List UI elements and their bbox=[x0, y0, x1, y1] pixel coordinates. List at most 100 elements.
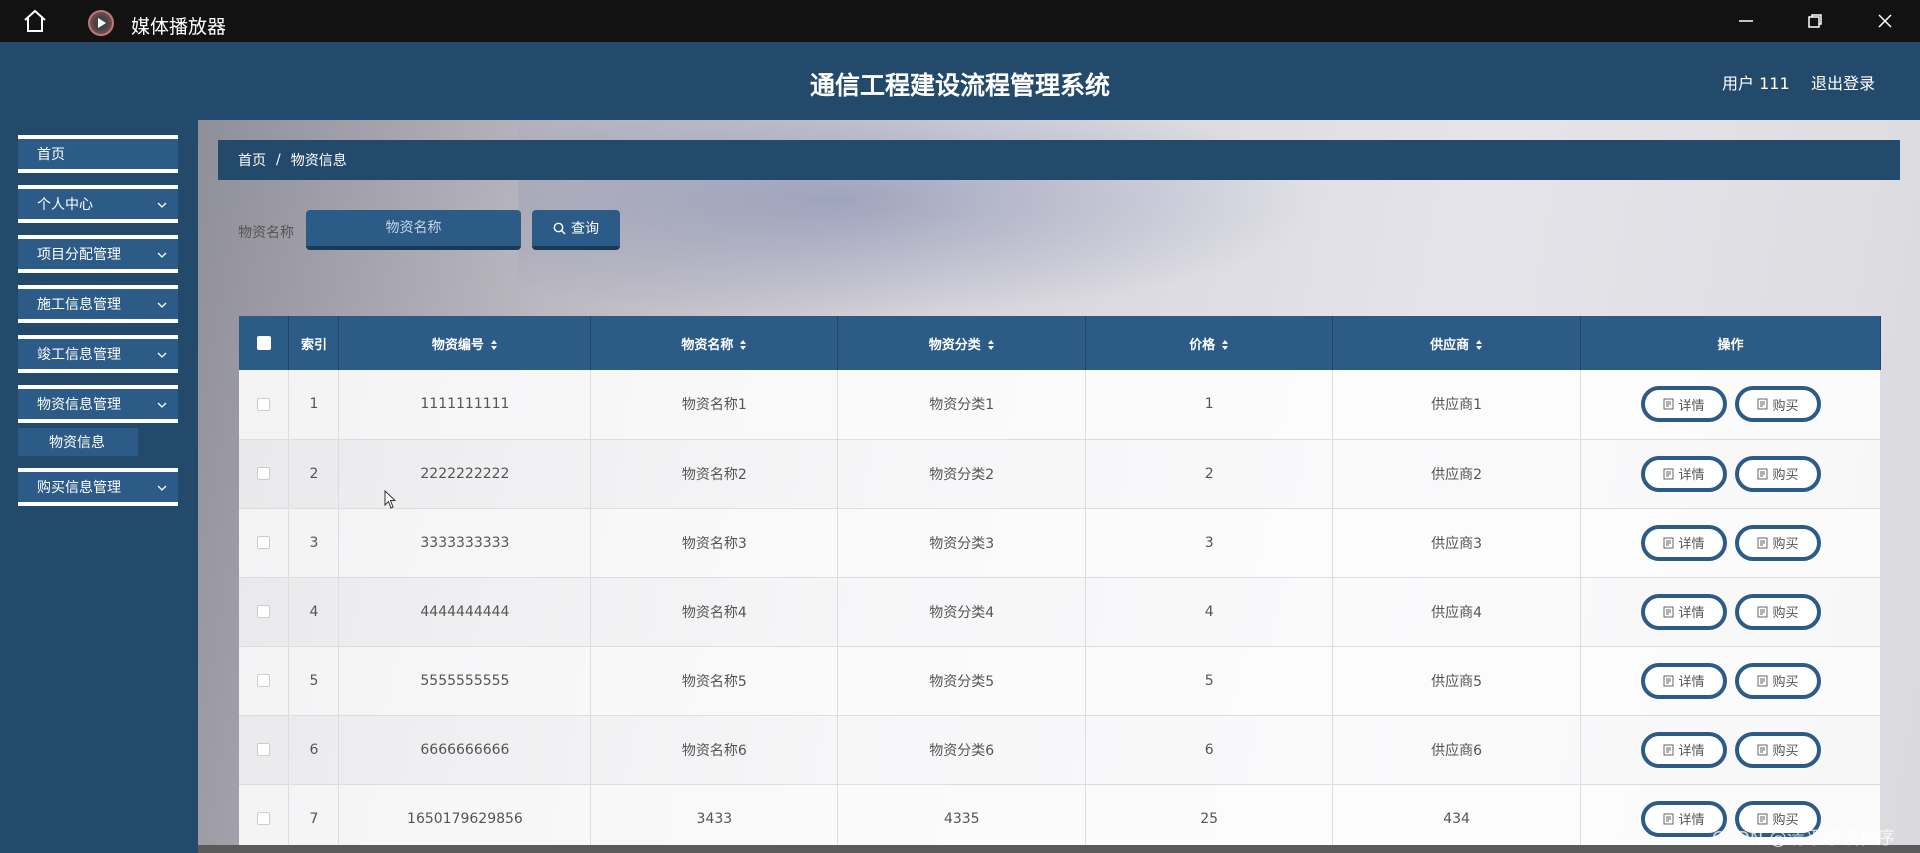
cell-code: 5555555555 bbox=[338, 646, 592, 716]
cell-index: 5 bbox=[288, 646, 340, 716]
detail-button-label: 详情 bbox=[1678, 398, 1705, 414]
breadcrumb-current: 物资信息 bbox=[290, 153, 347, 169]
select-all-checkbox[interactable] bbox=[256, 336, 271, 350]
detail-button[interactable]: 详情 bbox=[1640, 731, 1727, 768]
cell-code: 4444444444 bbox=[338, 577, 592, 647]
cell-index: 4 bbox=[288, 577, 340, 647]
close-icon bbox=[1878, 14, 1892, 28]
row-select-cell bbox=[239, 784, 290, 853]
window-titlebar: 媒体播放器 bbox=[0, 0, 1920, 42]
document-icon bbox=[1757, 744, 1767, 755]
row-checkbox[interactable] bbox=[257, 674, 271, 687]
cell-name: 物资名称6 bbox=[590, 715, 839, 785]
logout-link[interactable]: 退出登录 bbox=[1811, 70, 1875, 94]
detail-button[interactable]: 详情 bbox=[1640, 386, 1727, 423]
sort-icon[interactable] bbox=[1475, 339, 1483, 351]
breadcrumb: 首页 / 物资信息 bbox=[218, 140, 1900, 180]
buy-button-label: 购买 bbox=[1772, 398, 1799, 414]
row-checkbox[interactable] bbox=[257, 743, 271, 756]
restore-button[interactable] bbox=[1781, 0, 1849, 42]
header-supplier[interactable]: 供应商 bbox=[1332, 316, 1582, 370]
detail-button-label: 详情 bbox=[1678, 468, 1705, 483]
cell-code: 2222222222 bbox=[338, 439, 592, 509]
chevron-up-icon bbox=[157, 402, 167, 408]
row-select-cell bbox=[239, 439, 290, 509]
cell-name: 物资名称4 bbox=[590, 577, 839, 647]
header-code[interactable]: 物资编号 bbox=[338, 316, 592, 370]
bottom-scrollbar[interactable] bbox=[198, 845, 1920, 853]
watermark: CSDN @清平毕设程序 bbox=[1712, 828, 1896, 849]
close-button[interactable] bbox=[1851, 0, 1919, 42]
row-checkbox[interactable] bbox=[257, 812, 271, 825]
sidebar-item-personal-center[interactable]: 个人中心 bbox=[18, 185, 178, 223]
detail-button[interactable]: 详情 bbox=[1640, 455, 1727, 492]
home-icon[interactable] bbox=[22, 9, 48, 33]
table-row: 6 6666666666 物资名称6 物资分类6 6 供应商6 详情 购买 bbox=[239, 715, 1881, 785]
sidebar: 首页 个人中心 项目分配管理 施工信息管理 竣工信息管理 物资信息管理 物资信息… bbox=[0, 120, 198, 853]
breadcrumb-separator: / bbox=[276, 152, 281, 168]
buy-button[interactable]: 购买 bbox=[1734, 524, 1821, 561]
sidebar-item-label: 物资信息管理 bbox=[37, 397, 121, 413]
cell-price: 4 bbox=[1085, 577, 1334, 647]
detail-button[interactable]: 详情 bbox=[1640, 524, 1727, 561]
buy-button[interactable]: 购买 bbox=[1734, 731, 1821, 768]
submenu-item-label: 物资信息 bbox=[49, 435, 105, 451]
sort-icon[interactable] bbox=[1221, 339, 1229, 351]
chevron-down-icon bbox=[157, 352, 167, 358]
header-name[interactable]: 物资名称 bbox=[590, 316, 839, 370]
chevron-down-icon bbox=[157, 252, 167, 258]
detail-button[interactable]: 详情 bbox=[1640, 662, 1727, 699]
table-row: 2 2222222222 物资名称2 物资分类2 2 供应商2 详情 购买 bbox=[239, 439, 1881, 509]
buy-button[interactable]: 购买 bbox=[1734, 593, 1821, 630]
detail-button-label: 详情 bbox=[1678, 606, 1705, 621]
buy-button[interactable]: 购买 bbox=[1734, 386, 1821, 423]
table-row: 5 5555555555 物资名称5 物资分类5 5 供应商5 详情 购买 bbox=[239, 646, 1881, 716]
document-icon bbox=[1663, 606, 1673, 617]
document-icon bbox=[1663, 398, 1673, 410]
sort-icon[interactable] bbox=[739, 339, 747, 351]
buy-button-label: 购买 bbox=[1772, 744, 1799, 759]
cell-supplier: 供应商1 bbox=[1332, 370, 1582, 440]
sidebar-item-home[interactable]: 首页 bbox=[18, 135, 178, 173]
sidebar-item-label: 项目分配管理 bbox=[37, 247, 121, 263]
buy-button[interactable]: 购买 bbox=[1734, 455, 1821, 492]
row-checkbox[interactable] bbox=[257, 536, 271, 549]
cell-actions: 详情 购买 bbox=[1580, 715, 1881, 785]
cell-index: 2 bbox=[288, 439, 340, 509]
row-checkbox[interactable] bbox=[257, 397, 271, 411]
sidebar-item-project-assignment[interactable]: 项目分配管理 bbox=[18, 235, 178, 273]
sidebar-item-construction-info[interactable]: 施工信息管理 bbox=[18, 285, 178, 323]
cell-price: 5 bbox=[1085, 646, 1334, 716]
sidebar-item-completion-info[interactable]: 竣工信息管理 bbox=[18, 335, 178, 373]
row-select-cell bbox=[239, 715, 290, 785]
cell-supplier: 供应商6 bbox=[1332, 715, 1582, 785]
buy-button[interactable]: 购买 bbox=[1734, 662, 1821, 699]
document-icon bbox=[1663, 813, 1673, 824]
header-category[interactable]: 物资分类 bbox=[837, 316, 1087, 370]
cell-actions: 详情 购买 bbox=[1580, 577, 1881, 647]
row-checkbox[interactable] bbox=[257, 467, 271, 480]
search-button[interactable]: 查询 bbox=[532, 210, 620, 250]
header-index: 索引 bbox=[288, 316, 340, 370]
row-select-cell bbox=[239, 508, 290, 578]
cell-code: 1650179629856 bbox=[338, 784, 592, 853]
row-checkbox[interactable] bbox=[257, 605, 271, 618]
app-title: 媒体播放器 bbox=[131, 16, 227, 38]
sort-icon[interactable] bbox=[987, 339, 995, 351]
main-content: 首页 / 物资信息 物资名称 查询 索引 物资编号 物资名称 物资分类 价格 供… bbox=[198, 120, 1920, 853]
breadcrumb-home[interactable]: 首页 bbox=[238, 150, 266, 170]
sidebar-item-purchase-info[interactable]: 购买信息管理 bbox=[18, 468, 178, 506]
header-price[interactable]: 价格 bbox=[1085, 316, 1334, 370]
sidebar-item-label: 购买信息管理 bbox=[37, 480, 121, 496]
sidebar-item-material-info[interactable]: 物资信息管理 bbox=[18, 385, 178, 423]
search-icon bbox=[553, 222, 566, 234]
cell-code: 6666666666 bbox=[338, 715, 592, 785]
table-row: 7 1650179629856 3433 4335 25 434 详情 购买 bbox=[239, 784, 1881, 853]
sort-icon[interactable] bbox=[490, 339, 498, 351]
cell-index: 1 bbox=[288, 370, 340, 440]
detail-button[interactable]: 详情 bbox=[1640, 593, 1727, 630]
search-input[interactable] bbox=[306, 210, 521, 250]
minimize-button[interactable] bbox=[1712, 0, 1780, 42]
submenu-item-material-info[interactable]: 物资信息 bbox=[18, 428, 138, 456]
cell-supplier: 434 bbox=[1332, 784, 1582, 853]
